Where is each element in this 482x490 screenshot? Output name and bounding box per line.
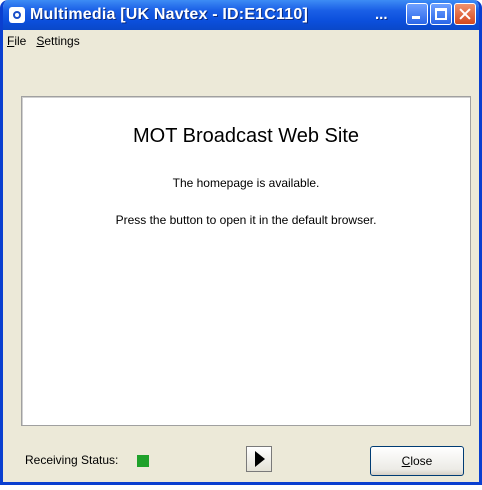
close-button[interactable]: Close	[370, 446, 464, 476]
menu-file-label: ile	[14, 34, 27, 48]
minimize-button[interactable]	[406, 3, 428, 25]
menu-bar: File Settings	[3, 30, 479, 52]
receiving-status-label: Receiving Status:	[25, 453, 119, 467]
window-title: Multimedia [UK Navtex - ID:E1C110]	[30, 6, 308, 23]
title-ellipsis: ...	[375, 6, 388, 23]
close-button-mnemonic: C	[401, 454, 411, 468]
menu-file[interactable]: File	[7, 34, 26, 48]
content-panel: MOT Broadcast Web Site The homepage is a…	[21, 96, 471, 426]
menu-settings-label: ettings	[44, 34, 80, 48]
close-icon	[455, 4, 475, 24]
title-bar[interactable]: Multimedia [UK Navtex - ID:E1C110] ...	[3, 0, 479, 30]
site-heading: MOT Broadcast Web Site	[132, 125, 359, 147]
minimize-icon	[412, 16, 420, 19]
instruction-message: Press the button to open it in the defau…	[115, 213, 377, 227]
close-button-label: lose	[410, 454, 433, 468]
receiving-status-indicator	[137, 455, 149, 467]
availability-message: The homepage is available.	[172, 176, 320, 190]
menu-settings[interactable]: Settings	[36, 34, 79, 48]
close-window-button[interactable]	[454, 3, 476, 25]
maximize-icon	[435, 8, 447, 20]
app-icon[interactable]	[9, 7, 25, 23]
caption-buttons	[406, 3, 476, 25]
open-browser-button[interactable]	[246, 446, 272, 472]
maximize-button[interactable]	[430, 3, 452, 25]
play-icon	[255, 451, 265, 467]
